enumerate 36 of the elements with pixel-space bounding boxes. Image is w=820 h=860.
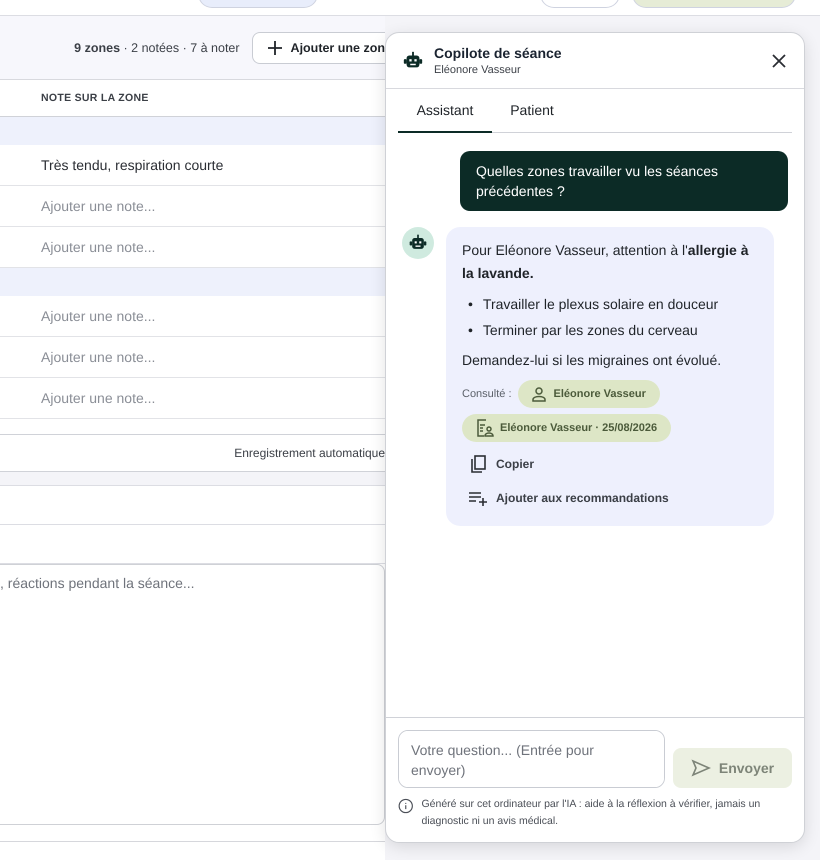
tab[interactable]: Patient: [492, 89, 572, 133]
source-chip[interactable]: Eléonore Vasseur · 25/08/2026: [462, 414, 672, 442]
bullet-item: Travailler le plexus solaire en douceur: [482, 295, 718, 314]
copy-icon: [468, 454, 488, 474]
message-text: Demandez-lui si les migraines ont évolué.: [462, 351, 722, 370]
send-icon: [690, 759, 711, 777]
copy-button[interactable]: Copier: [462, 450, 534, 478]
close-button[interactable]: [770, 52, 788, 70]
note-field[interactable]: Très tendu, respiration courte: [41, 157, 371, 173]
tab[interactable]: Assistant: [398, 89, 492, 133]
add-zone-button[interactable]: Ajouter une zon: [252, 32, 385, 64]
panel-title: Copilote de séance: [434, 45, 563, 61]
note-field[interactable]: Ajouter une note...: [41, 239, 371, 255]
plus-icon: [266, 40, 283, 56]
playlist-add-icon: [468, 490, 488, 506]
column-header: NOTE SUR LA ZONE: [41, 92, 149, 104]
message-text: Pour Eléonore Vasseur, attention à l'allergie à la lavande.: [462, 241, 750, 283]
bullet-marker: •: [468, 295, 473, 314]
question-field[interactable]: Votre question... (Entrée pour envoyer): [398, 730, 665, 788]
sources-label: Consulté :: [462, 388, 512, 400]
note-field[interactable]: Ajouter une note...: [41, 308, 371, 324]
source-chip[interactable]: Eléonore Vasseur: [518, 380, 660, 408]
note-field[interactable]: Ajouter une note...: [41, 390, 371, 406]
disclaimer-text: Généré sur cet ordinateur par l'IA : aide à la réflexion à vérifier, jamais un diagnostic ni un avis médical.: [422, 797, 762, 829]
note-field[interactable]: Ajouter une note...: [41, 349, 371, 365]
person-icon: [530, 385, 548, 403]
bullet-item: Terminer par les zones du cerveau: [482, 321, 698, 340]
patient-name: Eléonore Vasseur: [434, 64, 522, 76]
zone-summary: 9 zones · 2 notées · 7 à noter: [74, 40, 240, 54]
info-icon: [398, 796, 414, 816]
session-notes-field[interactable]: , réactions pendant la séance...: [0, 564, 385, 825]
autosave-status: Enregistrement automatique: [234, 446, 385, 460]
note-field[interactable]: Ajouter une note...: [41, 198, 371, 214]
bullet-marker: •: [468, 321, 473, 340]
user-message: Quelles zones travailler vu les séances précédentes ?: [460, 151, 788, 211]
add-recommendation-button[interactable]: Ajouter aux recommandations: [462, 486, 669, 510]
